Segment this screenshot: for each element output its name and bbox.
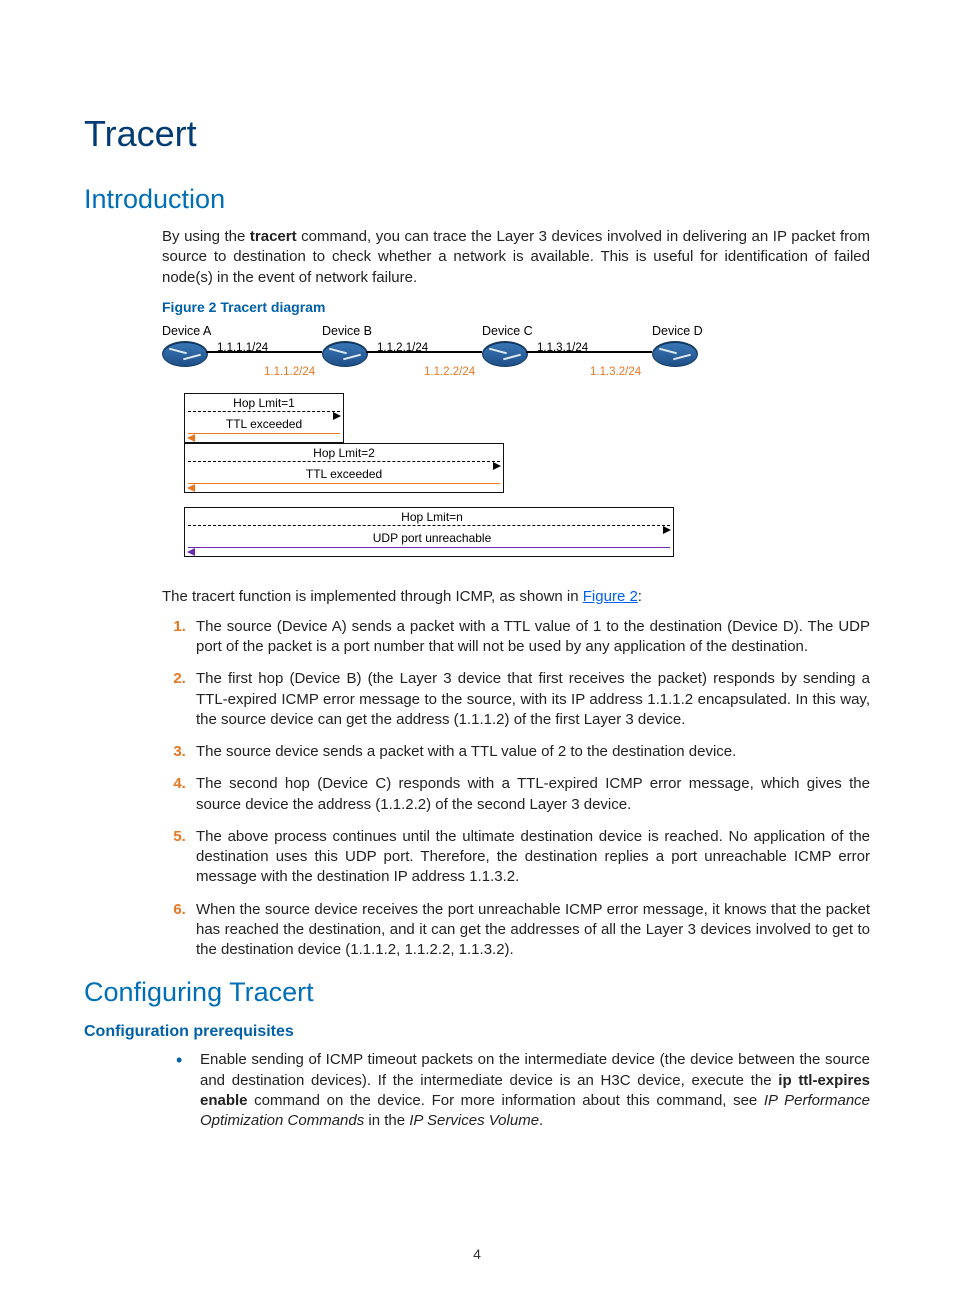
ip-ab-top: 1.1.1.1/24 [217,341,268,357]
device-d-label: Device D [652,323,762,340]
impl-before: The tracert function is implemented thro… [162,588,583,605]
ip-ab-bot: 1.1.1.2/24 [264,365,315,381]
intro-text-before: By using the [162,228,250,245]
device-b-label: Device B [322,323,432,340]
step-4: The second hop (Device C) responds with … [190,774,870,815]
impl-line: The tracert function is implemented thro… [162,587,870,607]
router-icon [162,341,208,367]
tracert-diagram: Device A Device B Device C Device D [162,323,722,557]
ip-bc-top: 1.1.2.1/24 [377,341,428,357]
figure-caption: Figure 2 Tracert diagram [162,298,870,317]
arrow-ttl1 [188,433,340,434]
device-c-label: Device C [482,323,592,340]
b1c: command on the device. For more informat… [248,1092,764,1109]
arrow-udp [188,547,670,548]
msg-hopn-block: Hop Lmit=n UDP port unreachable [162,507,722,557]
section-introduction: Introduction [84,181,870,217]
hop2-label: Hop Lmit=2 [311,445,377,461]
msg-hop1-block: Hop Lmit=1 TTL exceeded [162,393,722,443]
steps-list: The source (Device A) sends a packet wit… [162,617,870,961]
device-a-label: Device A [162,323,272,340]
udp-label: UDP port unreachable [371,530,494,546]
impl-after: : [638,588,642,605]
step-6: When the source device receives the port… [190,900,870,961]
hopn-label: Hop Lmit=n [399,509,465,525]
step-3: The source device sends a packet with a … [190,742,870,762]
router-icon [482,341,528,367]
section-configuring: Configuring Tracert [84,974,870,1010]
intro-paragraph: By using the tracert command, you can tr… [162,227,870,288]
config-prereq-heading: Configuration prerequisites [84,1021,870,1043]
ip-cd-bot: 1.1.3.2/24 [590,365,641,381]
ttl1-label: TTL exceeded [224,416,304,432]
router-icon [652,341,698,367]
router-icon [322,341,368,367]
ttl2-label: TTL exceeded [304,466,384,482]
b1a: Enable sending of ICMP timeout packets o… [200,1051,870,1088]
page-title: Tracert [84,110,870,159]
page-number: 4 [0,1245,954,1264]
prereq-item-1: Enable sending of ICMP timeout packets o… [190,1050,870,1131]
device-row: Device A Device B Device C Device D [162,323,722,383]
b1g: . [539,1112,543,1129]
hop1-label: Hop Lmit=1 [231,395,297,411]
figure-2-link[interactable]: Figure 2 [583,588,638,605]
arrow-ttl2 [188,483,500,484]
step-2: The first hop (Device B) (the Layer 3 de… [190,669,870,730]
b1e: in the [364,1112,409,1129]
device-d: Device D [652,323,762,367]
b1f: IP Services Volume [409,1112,539,1129]
ip-cd-top: 1.1.3.1/24 [537,341,588,357]
msg-hop2-block: Hop Lmit=2 TTL exceeded [162,443,722,493]
ip-bc-bot: 1.1.2.2/24 [424,365,475,381]
prereq-list: Enable sending of ICMP timeout packets o… [162,1050,870,1131]
step-1: The source (Device A) sends a packet wit… [190,617,870,658]
step-5: The above process continues until the ul… [190,827,870,888]
intro-bold: tracert [250,228,297,245]
